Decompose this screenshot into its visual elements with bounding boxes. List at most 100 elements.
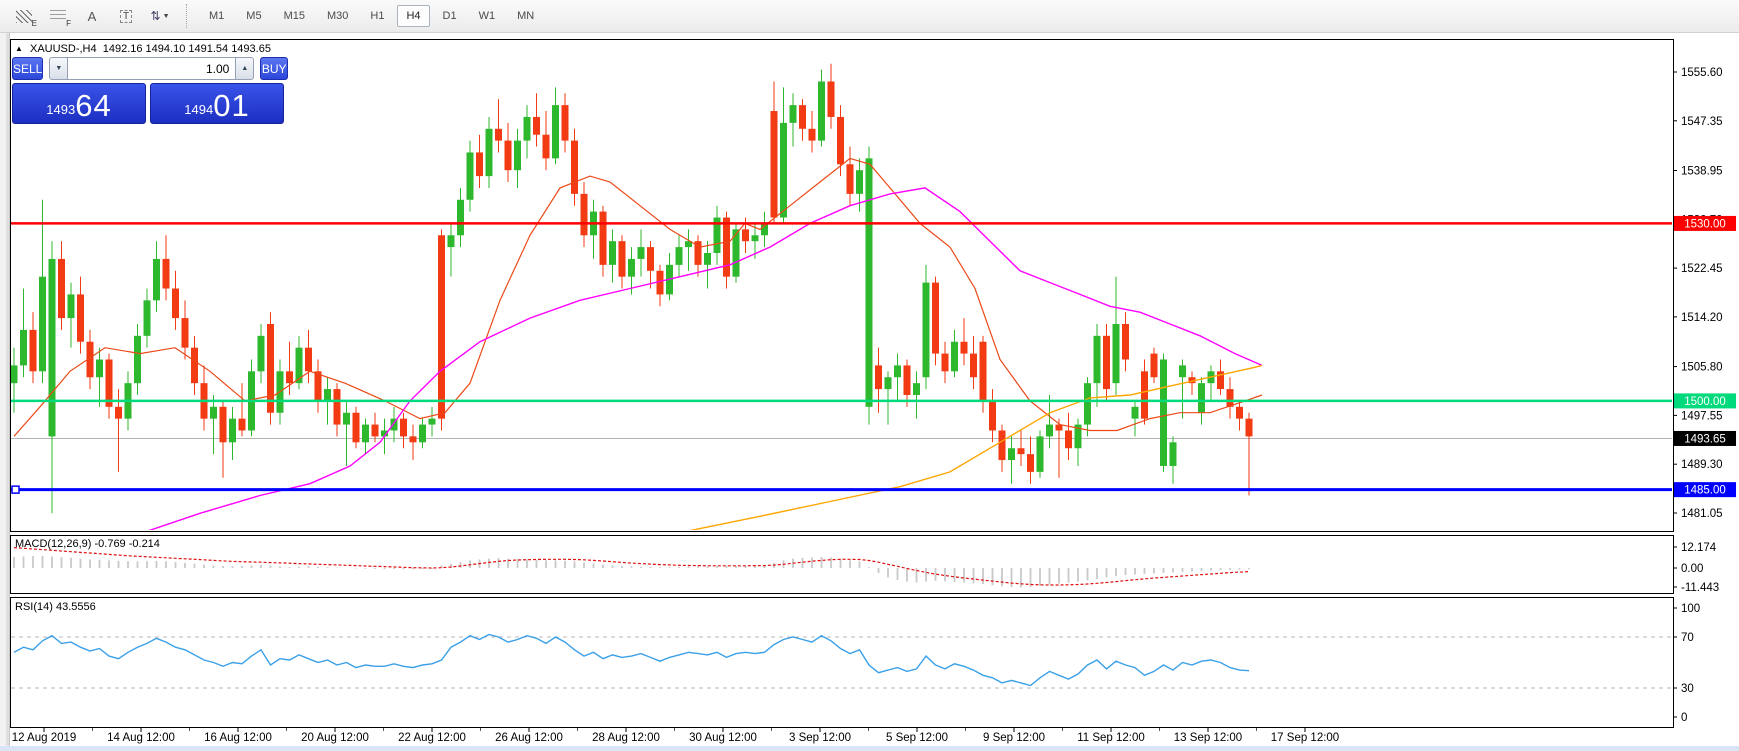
candle-body <box>315 371 322 401</box>
candle-body <box>1170 442 1177 466</box>
time-label[interactable]: 3 Sep 12:00 <box>789 732 851 744</box>
candle-body <box>866 158 873 406</box>
sell-price-small: 1493 <box>46 102 75 120</box>
candle-body <box>628 259 635 277</box>
candle-body <box>951 342 958 372</box>
time-label[interactable]: 28 Aug 12:00 <box>592 732 660 744</box>
candle-body <box>486 129 493 176</box>
candle-body <box>837 117 844 164</box>
macd-panel <box>11 536 1674 594</box>
hline-badge-text: 1485.00 <box>1684 485 1726 497</box>
time-label[interactable]: 11 Sep 12:00 <box>1077 732 1145 744</box>
candle-body <box>942 354 949 372</box>
candle-body <box>676 247 683 265</box>
ohlc-values: 1492.16 1494.10 1491.54 1493.65 <box>103 43 271 55</box>
candle-body <box>457 200 464 235</box>
collapse-arrow-icon[interactable]: ▲ <box>15 44 23 53</box>
candle-body <box>49 259 56 436</box>
candle-body <box>1227 389 1234 407</box>
candle-body <box>77 294 84 341</box>
time-label[interactable]: 22 Aug 12:00 <box>398 732 466 744</box>
candle-body <box>1160 359 1167 465</box>
candle-body <box>970 354 977 378</box>
candle-body <box>495 129 502 141</box>
sell-button[interactable]: SELL <box>12 57 43 80</box>
candle-body <box>191 348 198 383</box>
buy-price-box[interactable]: 149401 <box>150 83 284 124</box>
volume-input[interactable] <box>68 57 236 80</box>
price-tick-label: 1522.45 <box>1681 263 1723 275</box>
price-tick-label: 1481.05 <box>1681 508 1723 520</box>
candle-body <box>30 330 37 371</box>
rsi-axis-label: 70 <box>1681 632 1694 644</box>
candle-body <box>1113 324 1120 383</box>
volume-increase-button[interactable]: ▲ <box>236 57 254 80</box>
sell-price-big: 64 <box>75 91 111 120</box>
rsi-axis-label: 0 <box>1681 712 1687 724</box>
candle-body <box>581 194 588 235</box>
candle-body <box>68 294 75 318</box>
candle-body <box>229 419 236 443</box>
price-tick-label: 1547.35 <box>1681 116 1723 128</box>
candle-body <box>182 318 189 348</box>
candle-body <box>543 135 550 159</box>
candle-body <box>96 359 103 377</box>
time-label[interactable]: 16 Aug 12:00 <box>204 732 272 744</box>
rsi-axis-label: 100 <box>1681 603 1700 615</box>
candle-body <box>790 105 797 123</box>
candle-body <box>856 170 863 194</box>
time-label[interactable]: 5 Sep 12:00 <box>886 732 948 744</box>
candle-body <box>210 407 217 419</box>
time-label[interactable]: 14 Aug 12:00 <box>107 732 175 744</box>
sell-price-box[interactable]: 149364 <box>12 83 146 124</box>
price-axis: 1555.601547.351538.951530.701522.451514.… <box>1673 67 1736 520</box>
candle-body <box>723 218 730 277</box>
candle-body <box>514 141 521 171</box>
macd-axis-label: -11.443 <box>1681 582 1719 594</box>
candle-body <box>809 129 816 141</box>
price-tick-label: 1497.55 <box>1681 410 1723 422</box>
candle-body <box>562 105 569 140</box>
candle-body <box>799 105 806 129</box>
time-label[interactable]: 20 Aug 12:00 <box>301 732 369 744</box>
candle-body <box>239 419 246 431</box>
candle-body <box>286 371 293 383</box>
buy-button[interactable]: BUY <box>260 57 288 80</box>
rsi-panel <box>11 598 1674 728</box>
candle-body <box>1246 419 1253 437</box>
candle-body <box>11 365 18 383</box>
candle-body <box>571 141 578 194</box>
candle-body <box>1236 407 1243 419</box>
candle-body <box>818 81 825 140</box>
candle-body <box>875 365 882 389</box>
candle-body <box>296 348 303 383</box>
hline-handle[interactable] <box>12 486 19 493</box>
candle-body <box>932 283 939 354</box>
time-label[interactable]: 26 Aug 12:00 <box>495 732 563 744</box>
candle-body <box>372 425 379 437</box>
time-label[interactable]: 9 Sep 12:00 <box>983 732 1045 744</box>
time-label[interactable]: 30 Aug 12:00 <box>689 732 757 744</box>
time-label[interactable]: 17 Sep 12:00 <box>1271 732 1339 744</box>
candle-body <box>1103 336 1110 389</box>
chart-header: ▲ XAUUSD-,H4 1492.16 1494.10 1491.54 149… <box>15 43 271 55</box>
candle-body <box>1141 371 1148 418</box>
candle-body <box>115 407 122 419</box>
candle-body <box>467 152 474 199</box>
candle-body <box>305 348 312 372</box>
candle-body <box>923 283 930 378</box>
volume-decrease-button[interactable]: ▼ <box>49 57 68 80</box>
candle-body <box>1132 407 1139 419</box>
candle-body <box>752 235 759 241</box>
bottom-edge-strip <box>0 746 1739 751</box>
time-label[interactable]: 13 Sep 12:00 <box>1174 732 1242 744</box>
macd-label: MACD(12,26,9) -0.769 -0.214 <box>15 538 160 550</box>
candle-body <box>885 377 892 389</box>
candle-body <box>1084 383 1091 424</box>
candle-body <box>1151 354 1158 378</box>
candle-body <box>552 105 559 158</box>
time-label[interactable]: 12 Aug 2019 <box>12 732 77 744</box>
macd-axis-label: 12.174 <box>1681 542 1717 554</box>
candle-body <box>704 253 711 265</box>
candle-body <box>429 419 436 425</box>
